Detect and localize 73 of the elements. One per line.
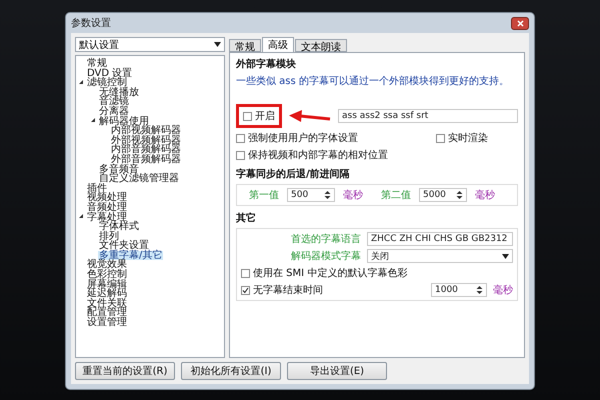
number-field[interactable]: 500 — [287, 188, 335, 202]
field-label: 解码器模式字幕 — [291, 250, 361, 263]
checkbox-label: 使用在 SMI 中定义的默认字幕色彩 — [253, 266, 408, 280]
tree-item[interactable]: 字体样式 — [98, 222, 140, 232]
spinner-arrows-icon[interactable] — [456, 190, 463, 200]
number-field[interactable]: 5000 — [419, 188, 467, 202]
tree-item[interactable]: 屏幕编辑 — [86, 280, 128, 290]
footer-button[interactable]: 初始化所有设置(I) — [181, 362, 281, 380]
tree-item[interactable]: 分离器 — [98, 106, 130, 117]
dropdown-caret-icon[interactable] — [214, 42, 221, 47]
checkbox[interactable] — [243, 112, 252, 120]
checkbox-label: 开启 — [255, 110, 275, 123]
tree-item[interactable]: 色彩控制 — [86, 270, 128, 280]
checkbox-label: 无字幕结束时间 — [253, 284, 323, 297]
tree-item[interactable]: 视频处理 — [86, 193, 128, 203]
tree-item[interactable]: 多重字幕/其它 — [98, 250, 164, 260]
group-title: 外部字幕模块 — [236, 57, 297, 71]
tab[interactable]: 高级 — [262, 37, 294, 52]
tree-item[interactable]: 延迟解码 — [86, 289, 128, 299]
tree-item[interactable]: 多音频音 — [98, 164, 140, 174]
tree-item[interactable]: 无缝播放 — [98, 88, 140, 98]
checkbox[interactable] — [436, 134, 445, 142]
close-icon — [516, 20, 524, 26]
tree-item[interactable]: 字幕处理 — [86, 212, 128, 222]
tree-item[interactable]: 音频处理 — [86, 202, 128, 212]
profile-dropdown[interactable]: 默认设置 — [75, 37, 225, 52]
tree-item[interactable]: 插件 — [86, 184, 108, 194]
close-button[interactable] — [511, 16, 529, 30]
description-text: 一些类似 ass 的字幕可以通过一个外部模块得到更好的支持。 — [236, 74, 510, 88]
field-label: 第一值 — [249, 189, 279, 202]
tree-item[interactable]: 滤镜控制 — [86, 78, 128, 88]
expand-triangle-icon[interactable] — [78, 78, 84, 85]
checkbox[interactable] — [236, 134, 245, 142]
tree-item[interactable]: 文件关联 — [86, 298, 128, 308]
tree-item[interactable]: 内部视频解码器 — [110, 126, 182, 136]
footer-button[interactable]: 导出设置(E) — [287, 362, 387, 380]
tree-item[interactable]: 文件夹设置 — [98, 241, 150, 251]
unit-label: 毫秒 — [343, 188, 363, 202]
tree-item[interactable]: 外部视频解码器 — [110, 136, 182, 146]
checkbox[interactable] — [241, 268, 250, 278]
unit-label: 毫秒 — [493, 284, 513, 297]
window-title: 参数设置 — [71, 16, 111, 30]
checkbox[interactable] — [241, 286, 250, 294]
tree-item[interactable]: 常规 — [86, 59, 108, 69]
expand-triangle-icon[interactable] — [90, 117, 96, 124]
tree-item[interactable]: 外部音频解码器 — [110, 154, 182, 165]
tree-item[interactable]: 音滤镜 — [98, 97, 130, 107]
spinner-arrows-icon[interactable] — [324, 190, 331, 200]
format-field[interactable]: ass ass2 ssa ssf srt — [338, 109, 518, 123]
group-title: 字幕同步的后退/前进间隔 — [236, 167, 351, 181]
field-label: 首选的字幕语言 — [291, 232, 361, 246]
tree-item[interactable]: 排列 — [98, 232, 120, 242]
annotation-arrow — [288, 109, 332, 123]
spinner-arrows-icon[interactable] — [476, 285, 483, 295]
checkbox[interactable] — [236, 150, 245, 160]
tree-item[interactable]: 解码器使用 — [98, 116, 150, 126]
language-field[interactable]: ZHCC ZH CHI CHS GB GB2312 — [367, 232, 513, 246]
checkbox-label: 强制使用用户的字体设置 — [248, 132, 358, 145]
tree-item[interactable]: 内部音频解码器 — [110, 145, 182, 155]
dropdown-caret-icon[interactable] — [502, 254, 509, 258]
group-title: 其它 — [236, 211, 257, 225]
checkbox-label: 实时渲染 — [448, 132, 488, 145]
tab[interactable]: 常规 — [229, 39, 261, 52]
field-label: 第二值 — [381, 189, 411, 202]
unit-label: 毫秒 — [475, 188, 495, 202]
tree-item[interactable]: 设置管理 — [86, 318, 128, 328]
footer-button[interactable]: 重置当前的设置(R) — [75, 362, 175, 380]
checkbox-label: 保持视频和内部字幕的相对位置 — [248, 148, 388, 162]
expand-triangle-icon[interactable] — [78, 213, 84, 220]
tab[interactable]: 文本朗读 — [295, 39, 347, 52]
decoder-dropdown[interactable]: 关闭 — [367, 249, 513, 263]
number-field[interactable]: 1000 — [431, 283, 487, 297]
tree-item[interactable]: 自定义滤镜管理器 — [98, 174, 180, 184]
